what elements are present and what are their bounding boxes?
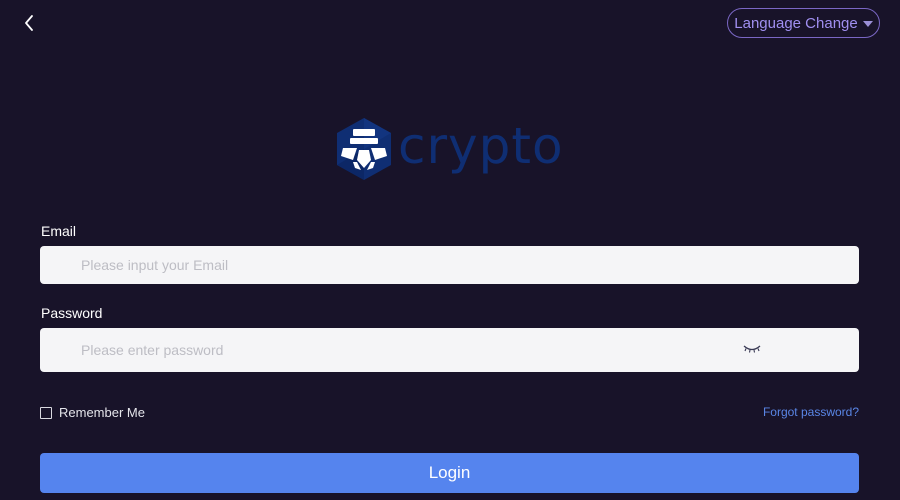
password-field-box (40, 328, 859, 372)
language-change-label: Language Change (734, 14, 858, 32)
login-button-label: Login (428, 463, 471, 482)
password-label: Password (41, 305, 103, 321)
remember-me-checkbox[interactable] (40, 406, 52, 419)
remember-me-label: Remember Me (59, 405, 145, 420)
caret-down-icon (862, 21, 873, 27)
forgot-password-link[interactable]: Forgot password? (763, 405, 859, 419)
crypto-lion-icon (337, 118, 391, 180)
email-field-box (40, 246, 859, 284)
email-label: Email (41, 223, 77, 239)
login-button[interactable]: Login (40, 453, 859, 493)
back-button[interactable] (18, 11, 40, 35)
remember-me[interactable]: Remember Me (40, 405, 145, 420)
language-change-button[interactable]: Language Change (727, 8, 880, 38)
crypto-logo: crypto (333, 116, 564, 182)
crypto-wordmark: crypto (398, 117, 564, 175)
login-page: Language Change crypto Email Password (0, 0, 900, 500)
eye-closed-icon[interactable] (742, 343, 762, 355)
chevron-left-icon (25, 15, 33, 31)
email-input[interactable] (81, 246, 721, 284)
password-input[interactable] (81, 328, 721, 372)
